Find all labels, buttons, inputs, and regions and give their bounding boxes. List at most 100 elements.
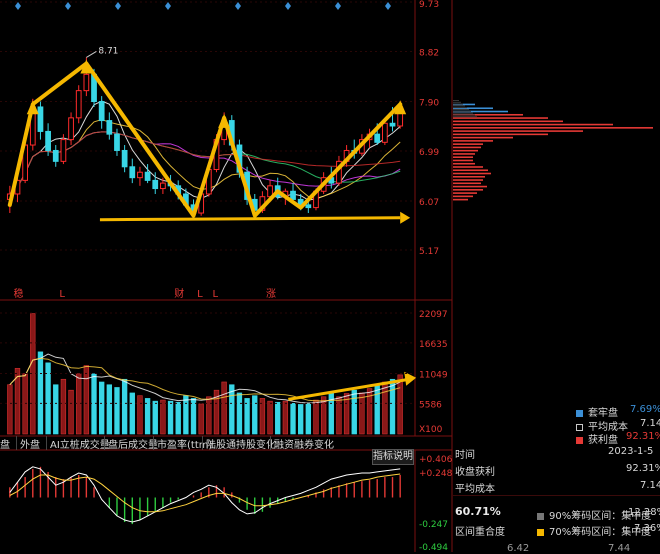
candle-body[interactable] — [381, 122, 388, 143]
tab-indicator[interactable]: AI立桩成交量 — [46, 436, 110, 451]
stock-chart[interactable]: 8.71 9.738.827.906.996.075.17 稳L财LL涨 220… — [0, 0, 660, 552]
volume-bar[interactable] — [282, 400, 289, 435]
chip-bar[interactable] — [453, 169, 488, 172]
candle-body[interactable] — [389, 122, 396, 127]
tab-indicator[interactable]: 盘 — [0, 436, 10, 451]
chip-bar[interactable] — [453, 156, 473, 158]
volume-bar[interactable] — [99, 381, 105, 435]
macd-tick-label: +0.406 — [419, 455, 453, 465]
chip-bar[interactable] — [453, 136, 513, 139]
candle-body[interactable] — [60, 139, 67, 162]
volume-bar[interactable] — [7, 384, 13, 435]
candle-body[interactable] — [121, 149, 128, 168]
volume-bar[interactable] — [106, 384, 112, 435]
volume-bar[interactable] — [37, 351, 44, 435]
price-tick-label: 9.73 — [419, 0, 439, 10]
chip-bar[interactable] — [453, 198, 468, 201]
volume-bar[interactable] — [60, 378, 67, 435]
candle-body[interactable] — [374, 133, 381, 143]
volume-bar[interactable] — [175, 401, 181, 435]
chip-bar[interactable] — [453, 182, 481, 185]
volume-bar[interactable] — [275, 401, 281, 435]
volume-bar[interactable] — [397, 374, 403, 435]
chip-bar[interactable] — [453, 185, 487, 188]
candle-body[interactable] — [160, 182, 166, 190]
chip-bar[interactable] — [453, 195, 473, 198]
volume-bar[interactable] — [183, 395, 189, 435]
volume-bar[interactable] — [267, 400, 273, 435]
chip-bar-gray — [453, 114, 475, 116]
volume-bar[interactable] — [121, 378, 128, 435]
candle-body[interactable] — [144, 171, 151, 181]
volume-bar[interactable] — [374, 385, 380, 435]
volume-bar[interactable] — [114, 387, 120, 435]
candle-body[interactable] — [137, 171, 143, 179]
volume-bar[interactable] — [198, 403, 204, 435]
candle-body[interactable] — [129, 166, 136, 179]
candle-body[interactable] — [45, 130, 51, 151]
candle-body[interactable] — [37, 106, 44, 132]
chip-bar[interactable] — [453, 127, 653, 129]
volume-bar[interactable] — [167, 400, 174, 435]
volume-bar[interactable] — [252, 395, 258, 435]
chip-bar[interactable] — [453, 123, 613, 126]
volume-bar[interactable] — [313, 399, 319, 435]
volume-bar[interactable] — [351, 389, 357, 435]
chip-bar[interactable] — [453, 143, 483, 145]
volume-bar[interactable] — [382, 381, 388, 435]
volume-bar[interactable] — [298, 404, 304, 435]
candle-body[interactable] — [83, 73, 90, 92]
volume-bar[interactable] — [68, 389, 74, 435]
panel-separator — [452, 495, 660, 496]
chip-bar[interactable] — [453, 140, 493, 142]
row-time-label: 时间 — [455, 450, 475, 461]
event-marker: 财 — [174, 287, 184, 300]
volume-bar[interactable] — [53, 384, 59, 435]
volume-bar[interactable] — [160, 399, 166, 435]
chip-bar[interactable] — [453, 153, 475, 155]
chip-bar[interactable] — [453, 146, 481, 149]
candle-body[interactable] — [152, 179, 159, 190]
legend-profit-label: 获利盘 — [588, 435, 618, 446]
candle-body[interactable] — [98, 101, 105, 122]
tab-indicator[interactable]: 盘后成交量 — [104, 436, 158, 451]
chip-bar[interactable] — [453, 133, 548, 136]
volume-bar[interactable] — [129, 392, 135, 435]
volume-bar[interactable] — [336, 396, 342, 435]
candle-body[interactable] — [68, 117, 74, 141]
chip-bar[interactable] — [453, 149, 478, 152]
candle-body[interactable] — [290, 190, 296, 200]
chip-bar[interactable] — [453, 159, 473, 162]
volume-bar[interactable] — [389, 378, 396, 435]
tab-indicator[interactable]: 陆股通持股变化 — [202, 436, 276, 451]
chip-bar[interactable] — [453, 172, 491, 175]
chip-bar[interactable] — [453, 179, 483, 181]
volume-bar[interactable] — [137, 395, 143, 435]
candle-body[interactable] — [114, 133, 120, 151]
volume-bar[interactable] — [236, 392, 243, 435]
macd-tick-label: -0.494 — [419, 543, 448, 552]
chip-bar[interactable] — [453, 166, 483, 168]
chip-bar[interactable] — [453, 130, 583, 132]
overlap-label: 区间重合度 — [455, 527, 505, 538]
candle-body[interactable] — [106, 120, 113, 135]
tab-indicator[interactable]: 融资融券变化 — [270, 436, 334, 451]
volume-bar[interactable] — [290, 403, 296, 435]
candle-body[interactable] — [305, 204, 312, 209]
tab-indicator[interactable]: 外盘 — [16, 436, 40, 451]
volume-bar[interactable] — [359, 392, 365, 435]
volume-bar[interactable] — [206, 396, 212, 435]
chip-bar[interactable] — [453, 189, 483, 191]
chip-bar[interactable] — [453, 192, 477, 194]
volume-bar[interactable] — [305, 403, 311, 435]
chip-bar[interactable] — [453, 175, 485, 178]
chip-bar[interactable] — [453, 120, 563, 123]
candle-body[interactable] — [75, 90, 82, 119]
volume-bar[interactable] — [152, 400, 158, 435]
volume-bar[interactable] — [83, 365, 90, 435]
indicator-help-button[interactable]: 指标说明 — [372, 449, 414, 465]
volume-bar[interactable] — [221, 381, 227, 435]
chip-bar[interactable] — [453, 162, 475, 165]
candle-body[interactable] — [52, 149, 59, 162]
chip-bar[interactable] — [453, 117, 548, 119]
